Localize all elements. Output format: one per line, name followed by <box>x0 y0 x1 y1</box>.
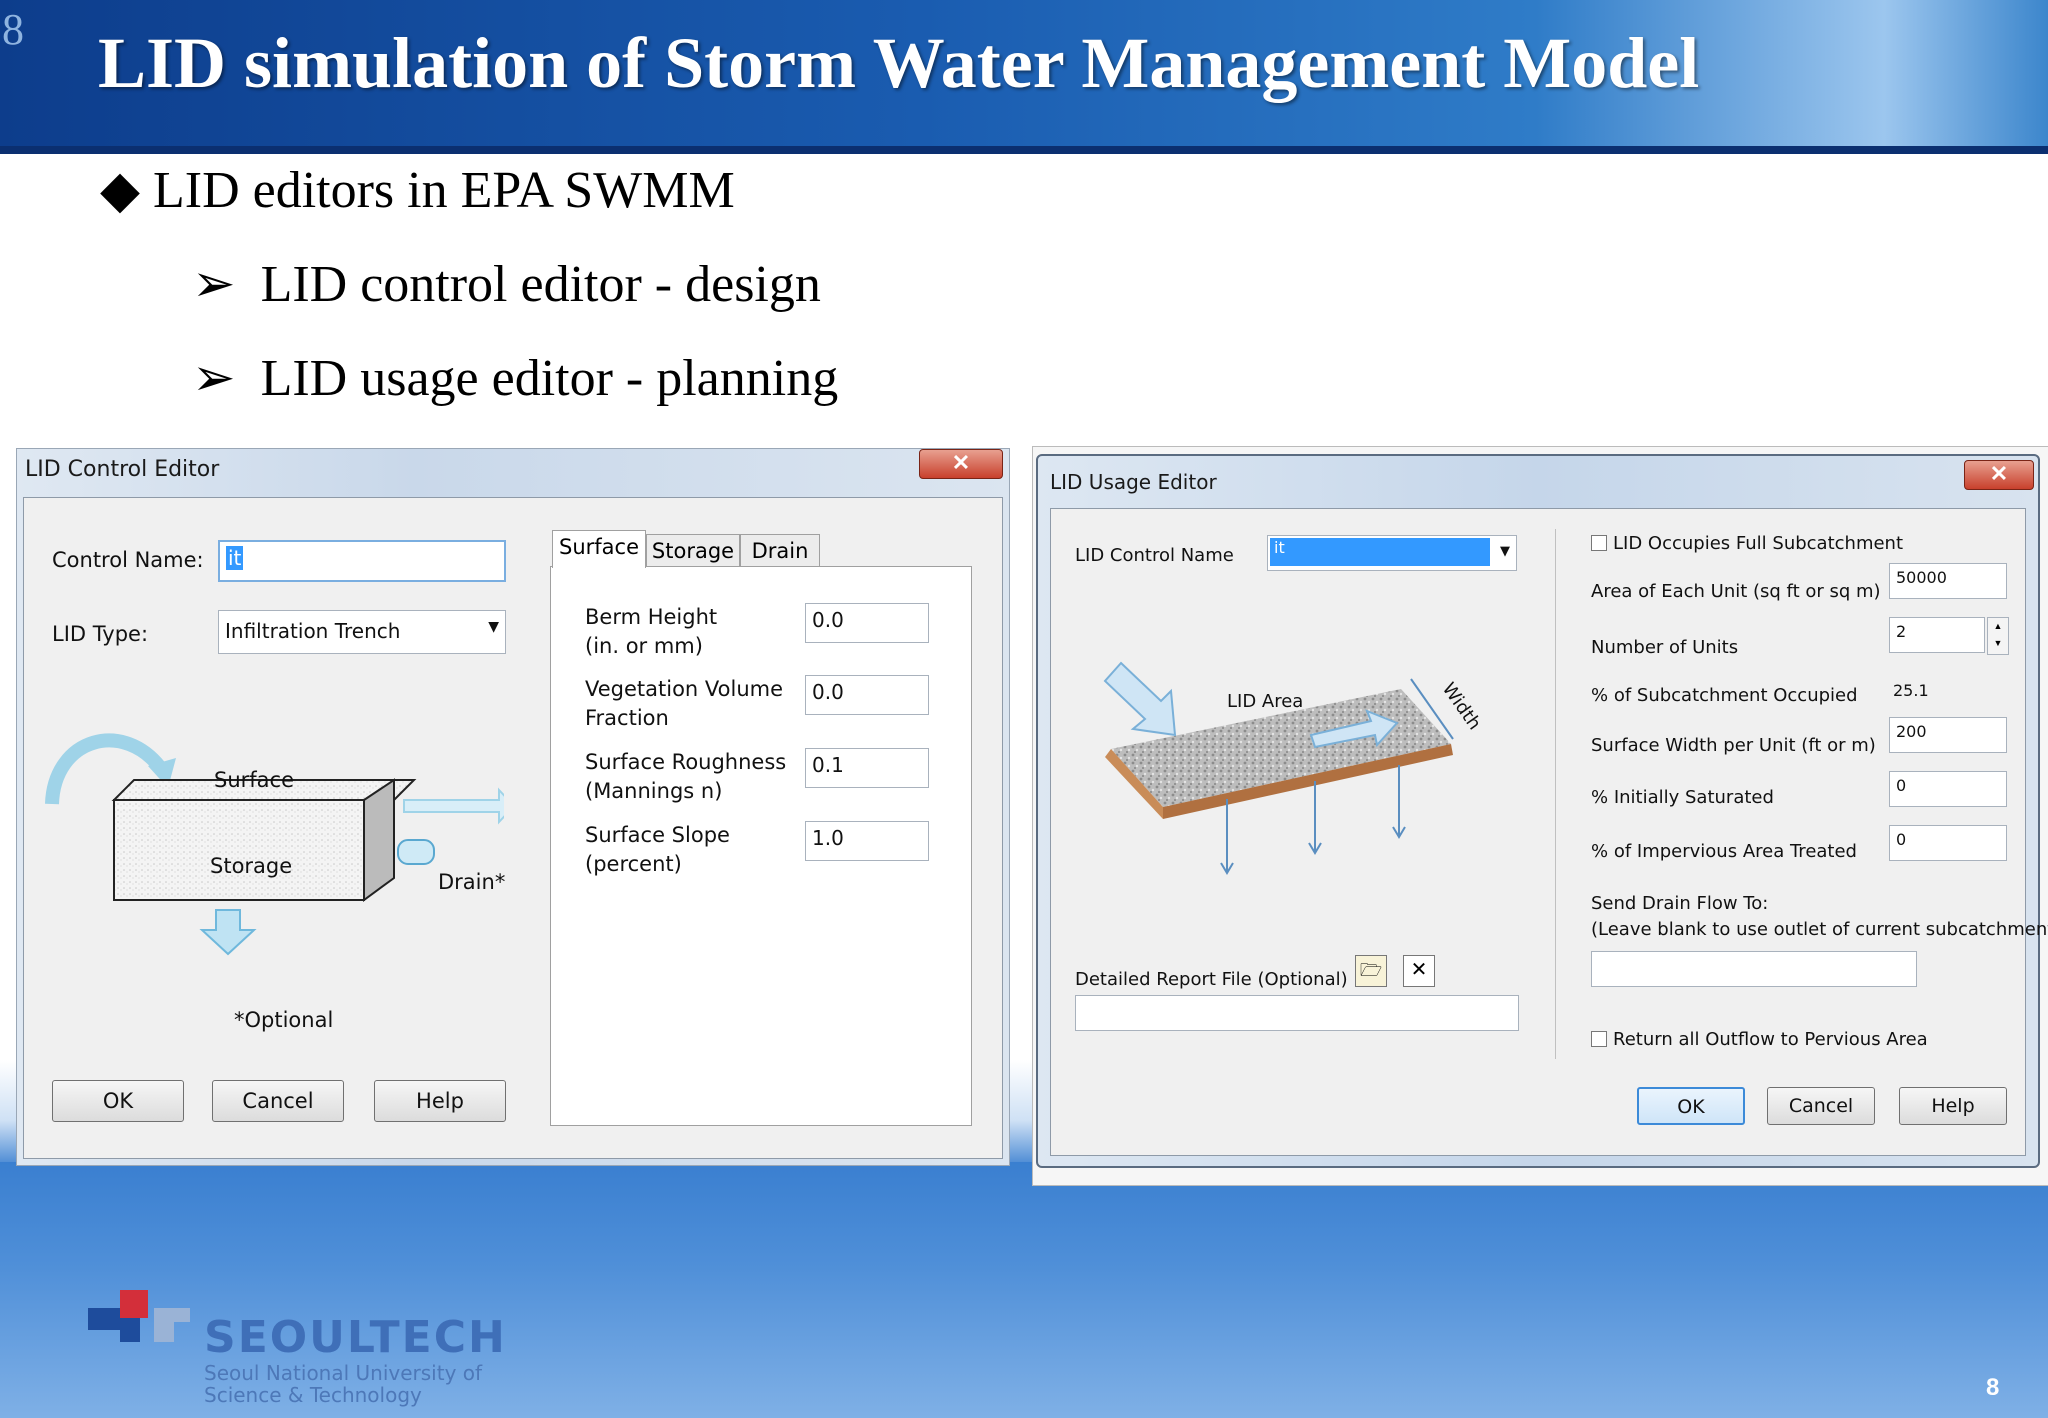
clear-x-icon[interactable]: ✕ <box>1403 955 1435 987</box>
optional-note: *Optional <box>234 1008 334 1032</box>
sub-bullet-2-text: LID usage editor - planning <box>260 350 839 407</box>
send-drain-input[interactable] <box>1591 951 1917 987</box>
full-subcatchment-label: LID Occupies Full Subcatchment <box>1613 533 1904 554</box>
param-vegetation-volume-label: Vegetation Volume Fraction <box>585 677 784 730</box>
infiltration-arrow-icon <box>199 909 257 956</box>
surface-width-label: Surface Width per Unit (ft or m) <box>1591 735 1876 756</box>
lid-control-name-label: LID Control Name <box>1075 545 1234 566</box>
window-title: LID Usage Editor <box>1050 470 1217 494</box>
logo-name: SEOULTECH <box>204 1312 507 1363</box>
param-surface-roughness-label: Surface Roughness (Mannings n) <box>585 750 787 803</box>
param-surface-slope-label: Surface Slope (percent) <box>585 823 730 876</box>
send-drain-hint: (Leave blank to use outlet of current su… <box>1591 919 2048 940</box>
runoff-arrow-icon <box>403 787 504 825</box>
tab-surface[interactable]: Surface <box>552 530 646 568</box>
berm-height-input[interactable]: 0.0 <box>805 603 929 643</box>
control-name-input[interactable]: it <box>218 540 506 582</box>
diagram-surface-label: Surface <box>214 768 295 792</box>
sub-bullet-2: ➢ LID usage editor - planning <box>192 348 838 408</box>
number-of-units-input[interactable]: 2 <box>1889 617 1985 653</box>
page-number-bottom: 8 <box>1986 1374 2000 1401</box>
close-button[interactable]: ✕ <box>1964 460 2034 490</box>
number-of-units-label: Number of Units <box>1591 637 1739 658</box>
cancel-button[interactable]: Cancel <box>212 1080 344 1122</box>
report-file-input[interactable] <box>1075 995 1519 1031</box>
surface-slope-input[interactable]: 1.0 <box>805 821 929 861</box>
send-drain-label: Send Drain Flow To: <box>1591 893 1769 914</box>
area-each-unit-label: Area of Each Unit (sq ft or sq m) <box>1591 581 1881 602</box>
bullet-main: ◆ LID editors in EPA SWMM <box>100 160 735 220</box>
logo-subtitle-line1: Seoul National University of <box>204 1361 483 1385</box>
bullet-main-text: LID editors in EPA SWMM <box>153 162 735 219</box>
window-title: LID Control Editor <box>25 457 220 482</box>
pct-occupied-label: % of Subcatchment Occupied <box>1591 685 1858 706</box>
help-button[interactable]: Help <box>374 1080 506 1122</box>
drain-pipe-icon <box>397 839 435 865</box>
arrow-bullet-icon: ➢ <box>192 350 236 407</box>
diamond-bullet-icon: ◆ <box>100 162 140 219</box>
control-name-label: Control Name: <box>52 548 204 572</box>
page-number-top: 8 <box>2 5 24 54</box>
diagram-drain-label: Drain* <box>438 870 506 894</box>
pct-impervious-label: % of Impervious Area Treated <box>1591 841 1857 862</box>
lid-type-select[interactable]: Infiltration Trench ▼ <box>218 610 506 654</box>
full-subcatchment-checkbox[interactable] <box>1591 535 1607 551</box>
lid-control-name-value: it <box>1270 538 1490 566</box>
sub-bullet-1-text: LID control editor - design <box>260 256 821 313</box>
ok-button[interactable]: OK <box>1637 1087 1745 1125</box>
chevron-down-icon[interactable]: ▼ <box>488 619 499 635</box>
pct-saturated-label: % Initially Saturated <box>1591 787 1774 808</box>
storage-layer-shape <box>113 799 365 901</box>
vegetation-volume-input[interactable]: 0.0 <box>805 675 929 715</box>
surface-roughness-input[interactable]: 0.1 <box>805 748 929 788</box>
return-outflow-label: Return all Outflow to Pervious Area <box>1613 1029 1928 1050</box>
inflow-arrow-icon <box>1103 661 1177 737</box>
close-button[interactable]: ✕ <box>919 449 1003 479</box>
lid-cross-section-diagram <box>45 733 504 956</box>
diagram-storage-label: Storage <box>210 854 293 878</box>
dialog-body: Control Name: it LID Type: Infiltration … <box>23 497 1003 1159</box>
ok-button[interactable]: OK <box>52 1080 184 1122</box>
cancel-button[interactable]: Cancel <box>1767 1087 1875 1125</box>
lid-usage-editor-window: LID Usage Editor ✕ LID Control Name it ▼ <box>1036 454 2048 1168</box>
arrow-bullet-icon: ➢ <box>192 256 236 313</box>
lid-control-name-select[interactable]: it ▼ <box>1267 535 1517 571</box>
lid-control-editor-window: LID Control Editor ✕ Control Name: it LI… <box>16 448 1010 1166</box>
logo-subtitle: Seoul National University of Science & T… <box>204 1362 482 1406</box>
pct-saturated-input[interactable]: 0 <box>1889 771 2007 807</box>
tab-drain[interactable]: Drain <box>740 534 820 568</box>
return-outflow-checkbox[interactable] <box>1591 1031 1607 1047</box>
surface-width-input[interactable]: 200 <box>1889 717 2007 753</box>
pct-occupied-value: 25.1 <box>1893 681 1929 700</box>
dialog-body: LID Control Name it ▼ LID Area Width Det… <box>1050 508 2048 1156</box>
param-berm-height-label: Berm Height (in. or mm) <box>585 605 718 658</box>
slide-title: LID simulation of Storm Water Management… <box>98 23 1700 103</box>
vertical-divider <box>1555 529 1556 1059</box>
seoultech-logo-icon <box>88 1290 190 1342</box>
help-button[interactable]: Help <box>1899 1087 2007 1125</box>
control-name-value: it <box>226 546 244 570</box>
header-divider <box>0 146 2048 154</box>
area-each-unit-input[interactable]: 50000 <box>1889 563 2007 599</box>
lid-area-label: LID Area <box>1227 691 1304 712</box>
lid-area-diagram <box>1103 661 1454 875</box>
lid-type-value: Infiltration Trench <box>225 619 401 643</box>
logo-subtitle-line2: Science & Technology <box>204 1383 422 1407</box>
browse-folder-icon[interactable]: 🗁 <box>1355 955 1387 987</box>
chevron-down-icon[interactable]: ▼ <box>1500 544 1510 559</box>
report-file-label: Detailed Report File (Optional) <box>1075 969 1348 990</box>
tab-panel-surface: Berm Height (in. or mm) 0.0 Vegetation Vo… <box>550 566 972 1126</box>
units-spinner[interactable]: ▲ ▼ <box>1987 617 2009 655</box>
tab-storage[interactable]: Storage <box>646 534 740 568</box>
pct-impervious-input[interactable]: 0 <box>1889 825 2007 861</box>
sub-bullet-1: ➢ LID control editor - design <box>192 254 821 314</box>
lid-type-label: LID Type: <box>52 622 149 646</box>
